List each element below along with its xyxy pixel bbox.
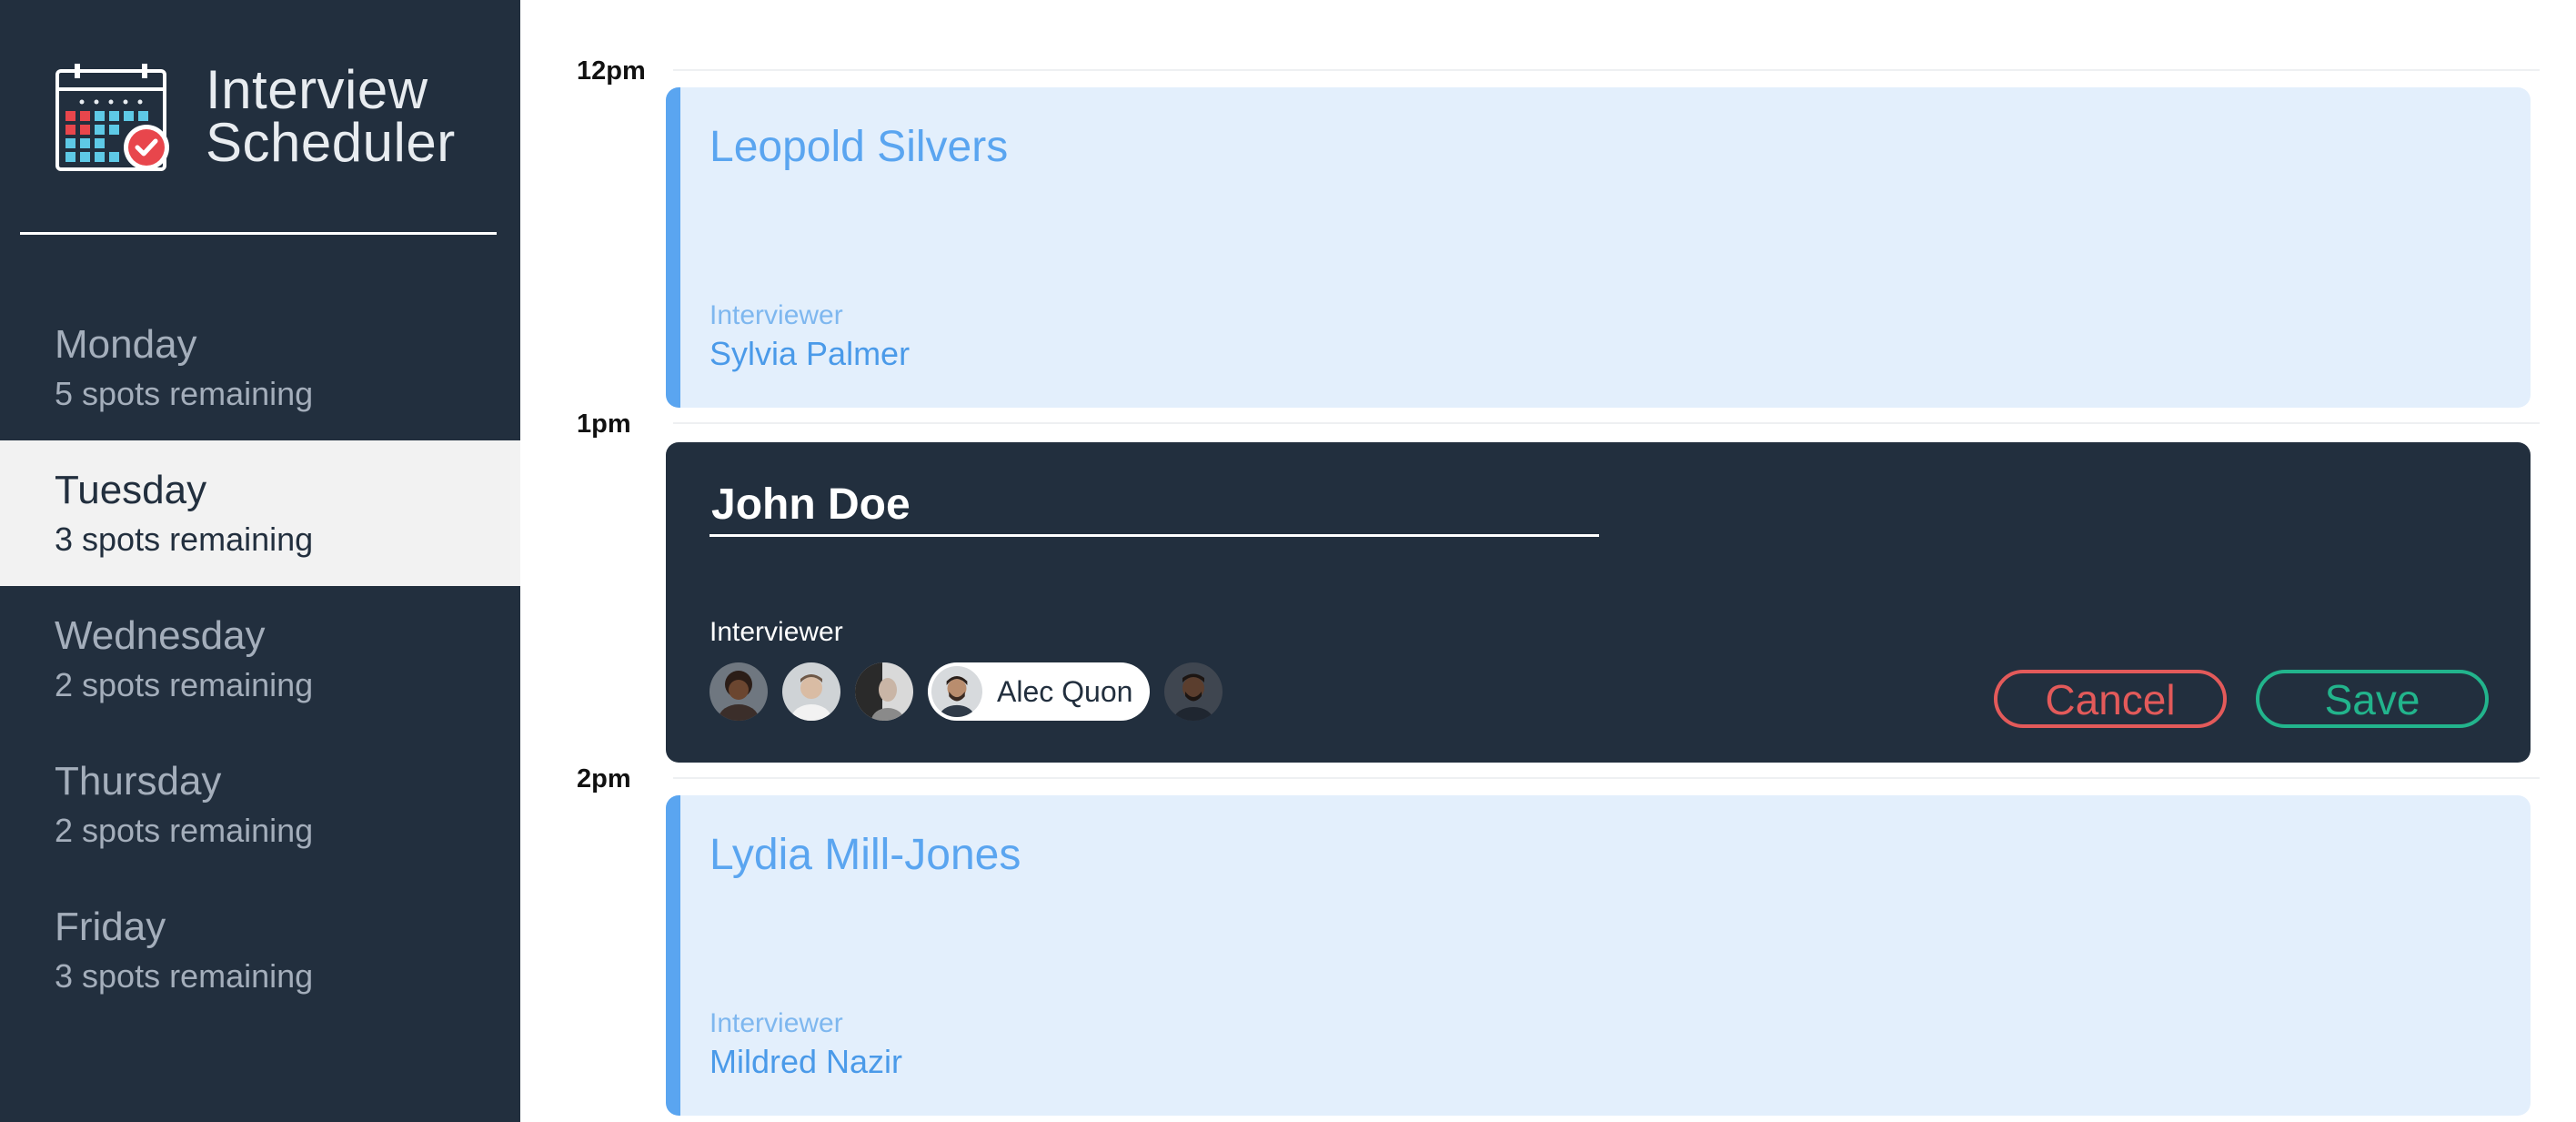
- day-name: Thursday: [55, 759, 222, 804]
- interview-scheduler-app: Interview Scheduler Monday 5 spots remai…: [0, 0, 2576, 1122]
- interviewer-label: Interviewer: [709, 1008, 843, 1038]
- day-spots: 3 spots remaining: [55, 957, 314, 995]
- appointment-form: Interviewer Alec Quon: [666, 442, 2531, 763]
- student-name: Leopold Silvers: [709, 123, 1009, 171]
- interviewer-avatar[interactable]: [1164, 662, 1223, 721]
- cancel-button[interactable]: Cancel: [1994, 670, 2227, 728]
- day-item-wednesday[interactable]: Wednesday 2 spots remaining: [0, 586, 520, 732]
- day-item-friday[interactable]: Friday 3 spots remaining: [0, 877, 520, 1023]
- app-title: Interview Scheduler: [206, 59, 456, 173]
- schedule: 12pm Leopold Silvers Interviewer Sylvia …: [520, 0, 2576, 1122]
- app-title-line1: Interview: [206, 59, 428, 120]
- brand: Interview Scheduler: [55, 58, 473, 186]
- day-item-monday[interactable]: Monday 5 spots remaining: [0, 295, 520, 440]
- day-list: Monday 5 spots remaining Tuesday 3 spots…: [0, 295, 520, 1023]
- day-spots: 3 spots remaining: [55, 521, 314, 558]
- student-name-input[interactable]: [709, 475, 1599, 537]
- day-spots: 5 spots remaining: [55, 375, 314, 412]
- day-spots: 2 spots remaining: [55, 666, 314, 703]
- slot-time: 1pm: [577, 409, 631, 439]
- selected-interviewer-name: Alec Quon: [997, 675, 1133, 708]
- interviewer-name: Mildred Nazir: [709, 1043, 903, 1080]
- slot-divider: [673, 422, 2540, 424]
- student-name: Lydia Mill-Jones: [709, 831, 1021, 879]
- day-item-thursday[interactable]: Thursday 2 spots remaining: [0, 732, 520, 877]
- interviewer-name: Sylvia Palmer: [709, 335, 911, 372]
- day-name: Friday: [55, 905, 166, 949]
- appointment-card[interactable]: Leopold Silvers Interviewer Sylvia Palme…: [666, 87, 2531, 408]
- day-name: Monday: [55, 322, 197, 367]
- slot-time: 2pm: [577, 764, 631, 793]
- sidebar: Interview Scheduler Monday 5 spots remai…: [0, 0, 520, 1122]
- slot-divider: [673, 69, 2540, 71]
- interviewer-avatar[interactable]: [782, 662, 840, 721]
- app-title-line2: Scheduler: [206, 112, 456, 173]
- interviewer-avatar[interactable]: [855, 662, 913, 721]
- slot-time: 12pm: [577, 56, 646, 86]
- day-item-tuesday[interactable]: Tuesday 3 spots remaining: [0, 440, 520, 586]
- interviewer-label: Interviewer: [709, 300, 843, 330]
- appointment-card[interactable]: Lydia Mill-Jones Interviewer Mildred Naz…: [666, 795, 2531, 1116]
- interviewer-avatar[interactable]: [709, 662, 768, 721]
- day-name: Wednesday: [55, 613, 266, 658]
- calendar-check-icon: [55, 64, 169, 171]
- day-spots: 2 spots remaining: [55, 812, 314, 849]
- interviewer-selected-alec-quon[interactable]: Alec Quon: [928, 662, 1150, 721]
- day-name: Tuesday: [55, 468, 207, 512]
- interviewer-avatar: [931, 666, 982, 717]
- sidebar-divider: [20, 232, 497, 235]
- interviewer-label: Interviewer: [709, 617, 843, 647]
- save-button[interactable]: Save: [2256, 670, 2489, 728]
- slot-divider: [673, 777, 2540, 779]
